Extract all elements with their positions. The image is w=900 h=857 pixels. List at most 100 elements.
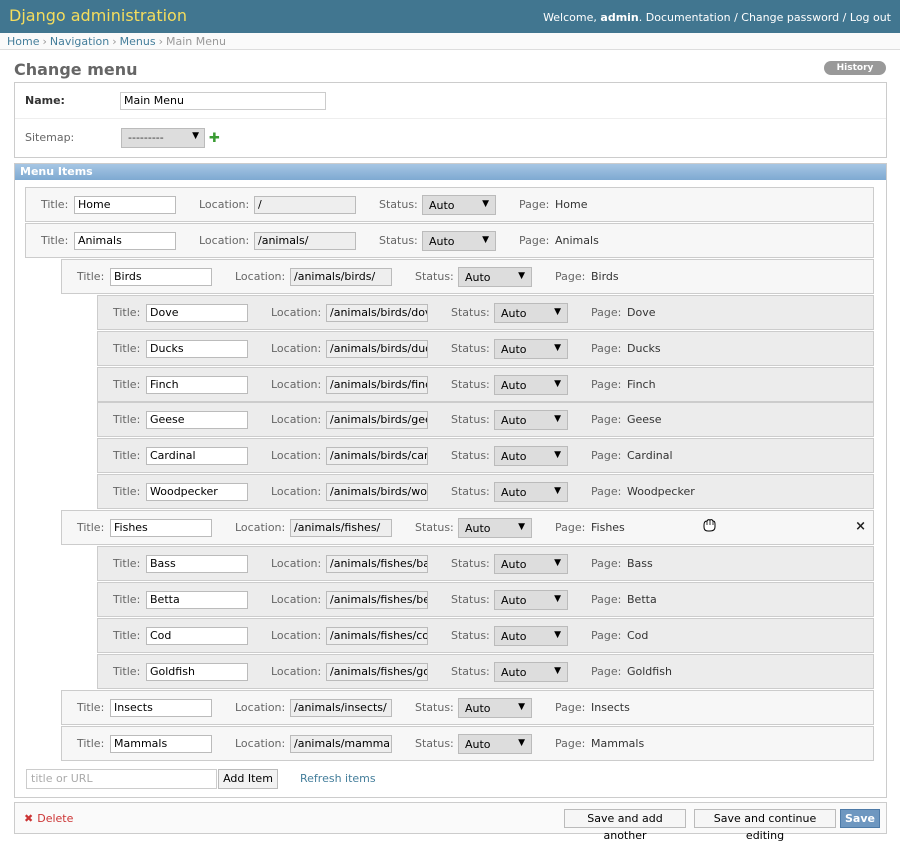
menu-item-row[interactable]: Title: Birds Location: /animals/birds/Statu… xyxy=(61,258,874,294)
menu-item-row[interactable]: Title: Cardinal Location: /animals/birds/ca… xyxy=(97,438,874,474)
item-location-input[interactable]: /animals/birds/car xyxy=(326,447,428,466)
breadcrumb-menus[interactable]: Menus xyxy=(120,35,156,48)
item-status-select[interactable]: Auto ▼ xyxy=(494,446,568,467)
item-status-select[interactable]: Auto ▼ xyxy=(458,697,532,718)
save-button[interactable]: Save xyxy=(840,809,880,828)
title-label: Title: xyxy=(77,736,105,750)
item-location-input[interactable]: /animals/insects/ xyxy=(290,698,392,717)
item-status-select[interactable]: Auto ▼ xyxy=(494,625,568,646)
menu-form-fieldset: Name: Main Menu Sitemap: --------- ▼ ✚ xyxy=(14,82,887,158)
menu-item-row[interactable]: Title: Dove Location: /animals/birds/dov Sta… xyxy=(97,294,874,330)
item-status-select[interactable]: Auto ▼ xyxy=(494,589,568,610)
status-selected-value: Auto xyxy=(501,593,527,607)
item-status-select[interactable]: Auto ▼ xyxy=(422,230,496,251)
site-branding[interactable]: Django administration xyxy=(9,6,187,25)
menu-item-row[interactable]: Title: Cod Location: /animals/fishes/co Stat… xyxy=(97,617,874,653)
add-item-input[interactable]: title or URL xyxy=(26,769,217,789)
breadcrumb-home[interactable]: Home xyxy=(7,35,39,48)
item-location-input[interactable]: /animals/fishes/ba xyxy=(326,555,428,573)
item-title-input[interactable]: Cod xyxy=(146,626,248,645)
item-title-input[interactable]: Fishes xyxy=(110,519,212,538)
item-status-select[interactable]: Auto ▼ xyxy=(458,733,532,754)
menu-item-row[interactable]: Title: Woodpecker Location: /animals/birds/… xyxy=(97,474,874,510)
menu-item-row[interactable]: Title: Bass Location: /animals/fishes/ba Sta… xyxy=(97,546,874,581)
menu-item-row[interactable]: Title: Insects Location: /animals/insects/S… xyxy=(61,689,874,725)
status-selected-value: Auto xyxy=(501,629,527,643)
item-status-select[interactable]: Auto ▼ xyxy=(494,661,568,682)
item-status-select[interactable]: Auto ▼ xyxy=(494,338,568,359)
add-item-button[interactable]: Add Item xyxy=(218,769,278,789)
save-and-continue-button[interactable]: Save and continue editing xyxy=(694,809,836,842)
item-status-select[interactable]: Auto ▼ xyxy=(458,518,532,539)
item-title-input[interactable]: Goldfish xyxy=(146,662,248,681)
sitemap-select[interactable]: --------- ▼ xyxy=(121,128,205,148)
page-label: Page: xyxy=(591,449,622,463)
item-title-input[interactable]: Animals xyxy=(74,231,176,250)
status-label: Status: xyxy=(451,628,490,642)
documentation-link[interactable]: Documentation xyxy=(646,11,731,24)
item-location-input[interactable]: / xyxy=(254,196,356,214)
status-selected-value: Auto xyxy=(501,378,527,392)
menu-item-row[interactable]: Title: Goldfish Location: /animals/fishes/g… xyxy=(97,653,874,689)
change-password-link[interactable]: Change password xyxy=(741,11,839,24)
breadcrumb-navigation[interactable]: Navigation xyxy=(50,35,109,48)
delete-link[interactable]: ✖ Delete xyxy=(24,812,73,825)
chevron-down-icon: ▼ xyxy=(554,665,561,676)
status-label: Status: xyxy=(451,557,490,570)
status-label: Status: xyxy=(415,736,454,750)
menu-item-row[interactable]: Title: Mammals Location: /animals/mammal: St… xyxy=(61,725,874,761)
item-title-input[interactable]: Home xyxy=(74,196,176,214)
logout-link[interactable]: Log out xyxy=(850,11,891,24)
item-title-input[interactable]: Dove xyxy=(146,303,248,322)
item-status-select[interactable]: Auto ▼ xyxy=(494,482,568,503)
status-label: Status: xyxy=(415,269,454,283)
item-location-input[interactable]: /animals/birds/dov xyxy=(326,303,428,322)
item-location-input[interactable]: /animals/fishes/go xyxy=(326,662,428,681)
item-status-select[interactable]: Auto ▼ xyxy=(494,374,568,395)
item-title-input[interactable]: Geese xyxy=(146,411,248,430)
menu-item-row[interactable]: Title: Home Location: / Status: Auto ▼ Page: Hom… xyxy=(25,187,874,222)
item-location-input[interactable]: /animals/birds/gee xyxy=(326,411,428,430)
item-status-select[interactable]: Auto ▼ xyxy=(458,266,532,287)
menu-item-row[interactable]: Title: Betta Location: /animals/fishes/be St… xyxy=(97,581,874,617)
item-location-input[interactable]: /animals/birds/ xyxy=(290,267,392,286)
add-sitemap-plus-icon[interactable]: ✚ xyxy=(209,132,220,145)
item-location-input[interactable]: /animals/ xyxy=(254,231,356,250)
name-input[interactable]: Main Menu xyxy=(120,92,326,110)
item-status-select[interactable]: Auto ▼ xyxy=(494,554,568,574)
item-title-input[interactable]: Cardinal xyxy=(146,447,248,466)
menu-item-row[interactable]: Title: Animals Location: /animals/Status: Au… xyxy=(25,222,874,258)
item-location-input[interactable]: /animals/birds/woo xyxy=(326,483,428,502)
item-status-select[interactable]: Auto ▼ xyxy=(422,195,496,215)
item-title-input[interactable]: Insects xyxy=(110,698,212,717)
item-location-input[interactable]: /animals/birds/duc xyxy=(326,339,428,358)
item-title-input[interactable]: Woodpecker xyxy=(146,483,248,502)
menu-item-row[interactable]: Title: Fishes Location: /animals/fishes/Sta… xyxy=(61,510,874,546)
item-location-input[interactable]: /animals/mammal: xyxy=(290,734,392,753)
refresh-items-link[interactable]: Refresh items xyxy=(300,772,376,785)
item-page-value: Home xyxy=(555,198,588,211)
menu-item-row[interactable]: Title: Geese Location: /animals/birds/gee St… xyxy=(97,402,874,438)
item-title-input[interactable]: Birds xyxy=(110,267,212,286)
item-location-input[interactable]: /animals/fishes/be xyxy=(326,590,428,609)
item-title-input[interactable]: Ducks xyxy=(146,339,248,358)
page-label: Page: xyxy=(519,198,550,211)
item-page-value: Geese xyxy=(627,413,662,427)
item-status-select[interactable]: Auto ▼ xyxy=(494,302,568,323)
item-title-input[interactable]: Finch xyxy=(146,375,248,394)
delete-item-icon[interactable]: × xyxy=(855,519,866,534)
save-and-add-another-button[interactable]: Save and add another xyxy=(564,809,686,842)
item-title-input[interactable]: Betta xyxy=(146,590,248,609)
item-location-input[interactable]: /animals/birds/finc xyxy=(326,375,428,394)
history-button[interactable]: History xyxy=(824,61,886,75)
title-label: Title: xyxy=(113,413,141,427)
item-status-select[interactable]: Auto ▼ xyxy=(494,410,568,431)
item-location-input[interactable]: /animals/fishes/ xyxy=(290,519,392,538)
item-title-input[interactable]: Bass xyxy=(146,555,248,573)
item-location-input[interactable]: /animals/fishes/co xyxy=(326,626,428,645)
menu-item-row[interactable]: Title: Ducks Location: /animals/birds/duc St… xyxy=(97,330,874,366)
item-title-input[interactable]: Mammals xyxy=(110,734,212,753)
status-label: Status: xyxy=(451,413,490,427)
menu-item-row[interactable]: Title: Finch Location: /animals/birds/finc S… xyxy=(97,366,874,402)
location-label: Location: xyxy=(271,341,322,355)
